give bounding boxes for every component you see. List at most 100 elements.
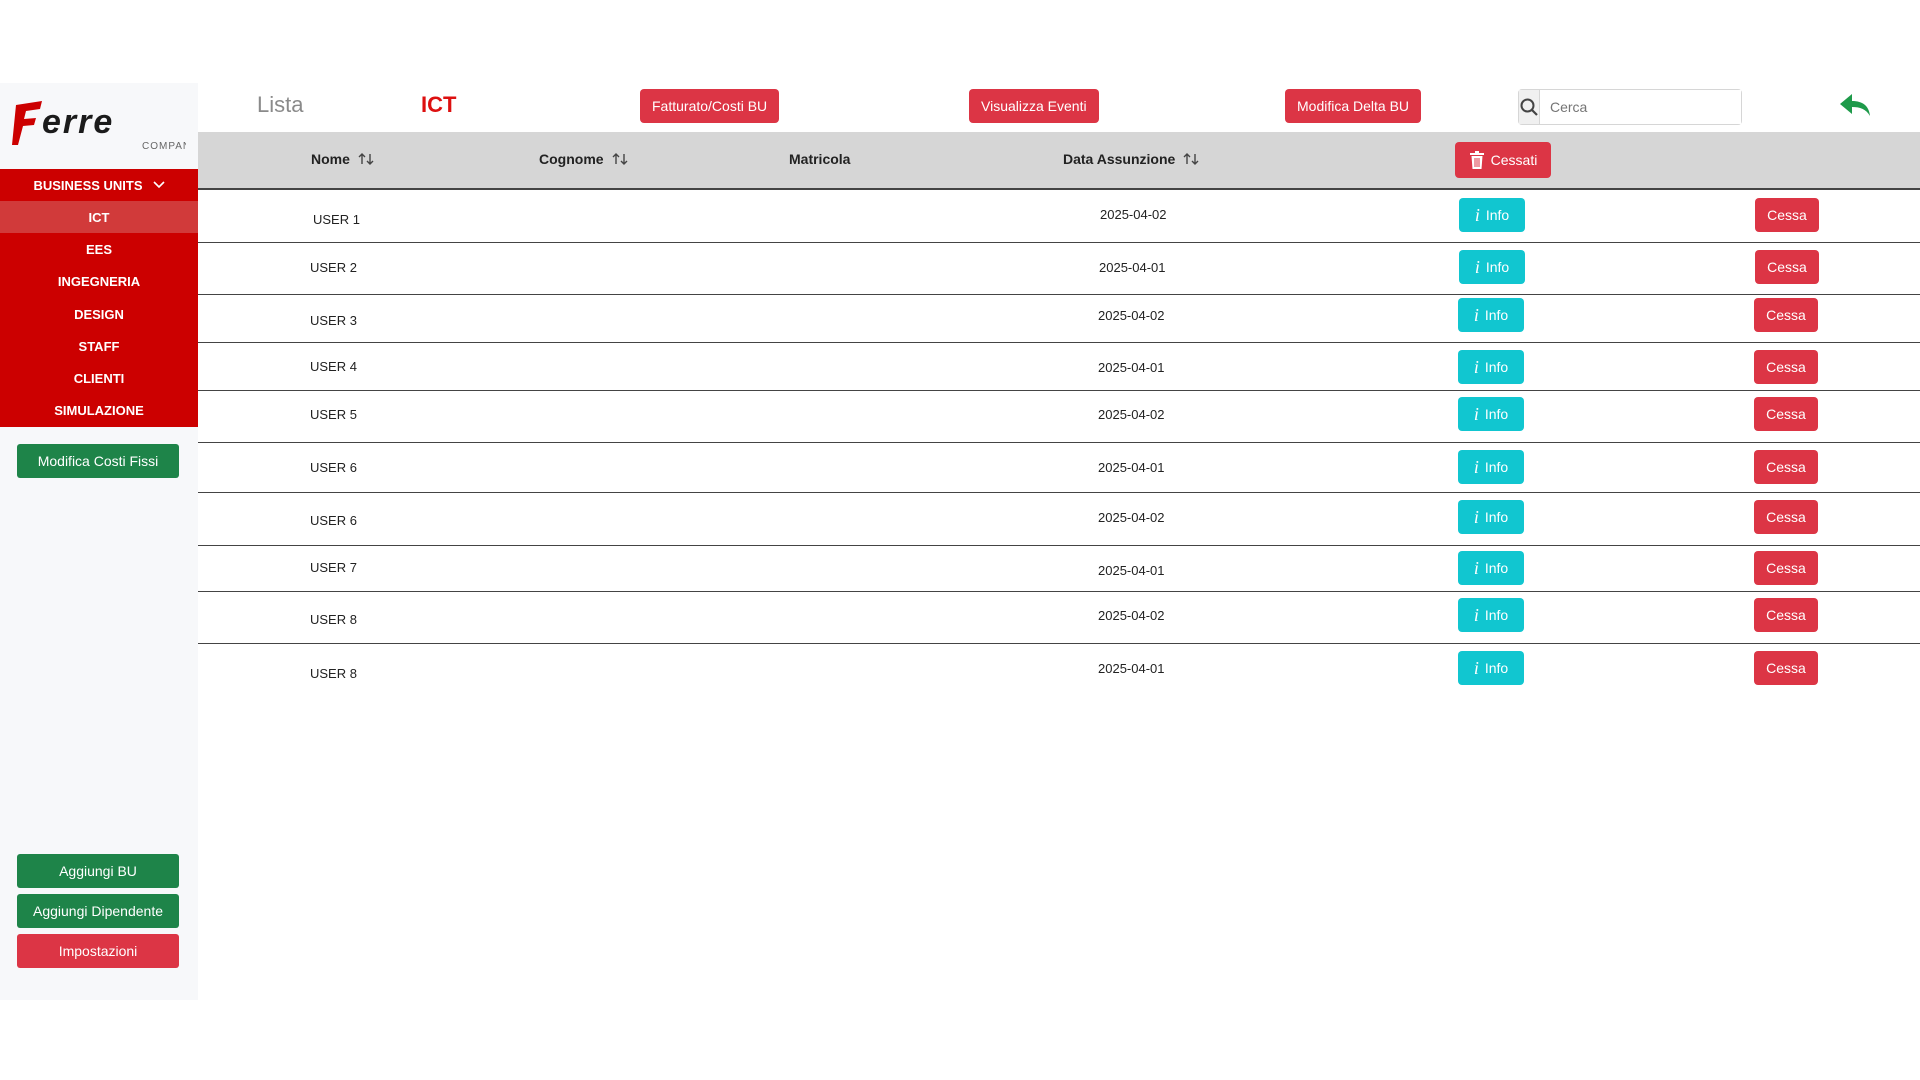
cessa-button[interactable]: Cessa: [1754, 350, 1818, 384]
column-label-cognome: Cognome: [539, 151, 604, 167]
company-logo: erre COMPANY: [12, 101, 186, 152]
employee-name: USER 2: [310, 260, 357, 275]
info-button[interactable]: i Info: [1458, 397, 1524, 431]
cessa-button[interactable]: Cessa: [1754, 651, 1818, 685]
cessa-button[interactable]: Cessa: [1754, 598, 1818, 632]
info-label: Info: [1484, 459, 1509, 475]
employee-name: USER 6: [310, 460, 357, 475]
cessa-button[interactable]: Cessa: [1755, 198, 1819, 232]
sidebar-item-staff[interactable]: STAFF: [0, 330, 198, 362]
employee-table-body: USER 1 2025-04-02 i Info Cessa USER 2 202…: [198, 190, 1920, 696]
search-icon[interactable]: [1519, 90, 1540, 124]
info-button[interactable]: i Info: [1459, 250, 1525, 284]
sort-icon[interactable]: [612, 152, 628, 166]
ceased-employees-button[interactable]: Cessati: [1455, 142, 1551, 178]
business-units-toggle[interactable]: BUSINESS UNITS: [0, 169, 198, 201]
hire-date: 2025-04-02: [1098, 308, 1165, 323]
ceased-label: Cessati: [1490, 152, 1538, 168]
info-icon: i: [1473, 456, 1479, 477]
hire-date: 2025-04-02: [1098, 608, 1165, 623]
info-button[interactable]: i Info: [1458, 500, 1524, 534]
sidebar-item-ingegneria[interactable]: INGEGNERIA: [0, 266, 198, 298]
employee-name: USER 4: [310, 359, 357, 374]
search-box: [1518, 89, 1742, 125]
info-icon: i: [1473, 557, 1479, 578]
cessa-button[interactable]: Cessa: [1754, 298, 1818, 332]
sidebar-item-simulazione[interactable]: SIMULAZIONE: [0, 395, 198, 427]
info-icon: i: [1474, 256, 1480, 277]
revenue-costs-button[interactable]: Fatturato/Costi BU: [640, 89, 780, 123]
info-button[interactable]: i Info: [1458, 598, 1524, 632]
hire-date: 2025-04-01: [1098, 661, 1165, 676]
trash-icon: [1469, 151, 1484, 169]
back-arrow-icon[interactable]: [1838, 92, 1872, 118]
column-header-cognome[interactable]: Cognome: [539, 151, 628, 167]
view-events-button[interactable]: Visualizza Eventi: [969, 89, 1099, 123]
employee-name: USER 5: [310, 407, 357, 422]
employee-name: USER 1: [313, 212, 360, 227]
table-row: USER 8 2025-04-02 i Info Cessa: [198, 592, 1920, 644]
svg-text:erre: erre: [42, 103, 114, 141]
info-icon: i: [1473, 304, 1479, 325]
column-label-matricola: Matricola: [789, 151, 851, 167]
employee-name: USER 6: [310, 513, 357, 528]
table-header: Nome Cognome Matricola Data Assunzione C…: [198, 132, 1920, 190]
list-title: Lista: [257, 92, 304, 117]
info-label: Info: [1484, 660, 1509, 676]
info-button[interactable]: i Info: [1458, 551, 1524, 585]
modify-fixed-costs-button[interactable]: Modifica Costi Fissi: [17, 444, 179, 478]
hire-date: 2025-04-01: [1099, 260, 1166, 275]
info-icon: i: [1473, 506, 1479, 527]
info-button[interactable]: i Info: [1459, 198, 1525, 232]
add-bu-button[interactable]: Aggiungi BU: [17, 854, 179, 888]
info-label: Info: [1485, 259, 1510, 275]
info-icon: i: [1473, 403, 1479, 424]
modify-delta-button[interactable]: Modifica Delta BU: [1285, 89, 1422, 123]
employee-name: USER 8: [310, 612, 357, 627]
column-header-data-assunzione[interactable]: Data Assunzione: [1063, 151, 1199, 167]
info-button[interactable]: i Info: [1458, 651, 1524, 685]
employee-name: USER 8: [310, 666, 357, 681]
table-row: USER 2 2025-04-01 i Info Cessa: [198, 243, 1920, 295]
info-label: Info: [1484, 359, 1509, 375]
business-unit-title: ICT: [421, 92, 457, 117]
table-row: USER 6 2025-04-01 i Info Cessa: [198, 443, 1920, 493]
sidebar-item-ict[interactable]: ICT: [0, 201, 198, 234]
settings-button[interactable]: Impostazioni: [17, 934, 179, 968]
info-label: Info: [1485, 207, 1510, 223]
sort-icon[interactable]: [358, 152, 374, 166]
business-units-list: ICT EES INGEGNERIA DESIGN STAFF CLIENTI …: [0, 201, 198, 427]
cessa-button[interactable]: Cessa: [1754, 500, 1818, 534]
column-header-nome[interactable]: Nome: [311, 151, 374, 167]
cessa-button[interactable]: Cessa: [1754, 397, 1818, 431]
info-button[interactable]: i Info: [1458, 450, 1524, 484]
info-button[interactable]: i Info: [1458, 350, 1524, 384]
info-button[interactable]: i Info: [1458, 298, 1524, 332]
business-units-label: BUSINESS UNITS: [33, 177, 143, 193]
sidebar-item-clienti[interactable]: CLIENTI: [0, 362, 198, 394]
table-row: USER 6 2025-04-02 i Info Cessa: [198, 493, 1920, 546]
cessa-button[interactable]: Cessa: [1755, 250, 1819, 284]
column-header-matricola: Matricola: [789, 151, 850, 167]
add-employee-button[interactable]: Aggiungi Dipendente: [17, 894, 179, 928]
info-icon: i: [1474, 204, 1480, 225]
table-row: USER 1 2025-04-02 i Info Cessa: [198, 190, 1920, 243]
svg-text:COMPANY: COMPANY: [142, 141, 186, 152]
info-label: Info: [1484, 307, 1509, 323]
sidebar-item-ees[interactable]: EES: [0, 233, 198, 265]
cessa-button[interactable]: Cessa: [1754, 450, 1818, 484]
sort-icon[interactable]: [1183, 152, 1199, 166]
info-icon: i: [1473, 657, 1479, 678]
cessa-button[interactable]: Cessa: [1754, 551, 1818, 585]
column-label-nome: Nome: [311, 151, 350, 167]
table-row: USER 5 2025-04-02 i Info Cessa: [198, 391, 1920, 443]
table-row: USER 3 2025-04-02 i Info Cessa: [198, 295, 1920, 343]
info-label: Info: [1484, 560, 1509, 576]
hire-date: 2025-04-01: [1098, 460, 1165, 475]
info-icon: i: [1473, 604, 1479, 625]
hire-date: 2025-04-02: [1098, 407, 1165, 422]
column-label-data-assunzione: Data Assunzione: [1063, 151, 1176, 167]
info-label: Info: [1484, 509, 1509, 525]
sidebar-item-design[interactable]: DESIGN: [0, 298, 198, 330]
search-input[interactable]: [1540, 90, 1741, 124]
